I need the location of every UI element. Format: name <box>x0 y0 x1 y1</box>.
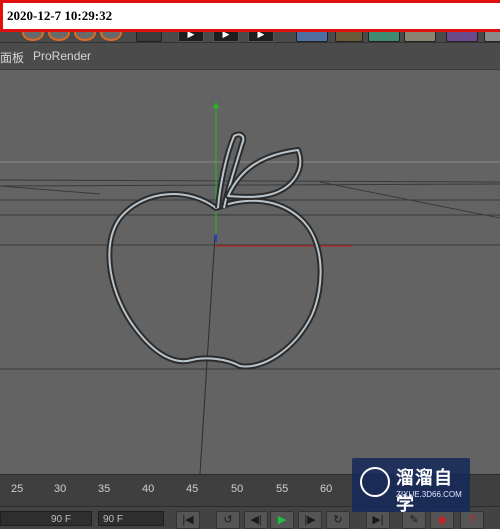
timeline-tick: 25 <box>11 483 24 495</box>
play-icon[interactable]: ▶ <box>270 511 294 529</box>
watermark-url: ZIXUE.3D66.COM <box>396 490 462 499</box>
end-frame-field[interactable]: 90 F <box>98 511 164 526</box>
timeline-tick: 60 <box>320 483 333 495</box>
timeline-tick: 40 <box>142 483 155 495</box>
next-key-icon[interactable]: |▶ <box>298 511 322 529</box>
site-watermark: 溜溜自学 ZIXUE.3D66.COM <box>352 458 470 514</box>
viewport-menubar: 面板 ProRender <box>0 43 500 70</box>
y-axis-arrow <box>213 102 219 108</box>
main-toolbar: ▶ ▶ ▶ 2020-12-7 10:29:32 <box>0 0 500 43</box>
timeline-tick: 45 <box>186 483 199 495</box>
viewport-canvas[interactable] <box>0 70 500 474</box>
loop-right-icon[interactable]: ↻ <box>326 511 350 529</box>
grid-line <box>0 183 500 187</box>
timestamp-overlay: 2020-12-7 10:29:32 <box>0 0 500 32</box>
timeline-tick: 30 <box>54 483 67 495</box>
timeline-tick: 55 <box>276 483 289 495</box>
grid-line <box>0 179 500 183</box>
grid-line <box>0 185 101 195</box>
prev-key-icon[interactable]: ◀| <box>244 511 268 529</box>
apple-spline <box>106 131 324 370</box>
timeline-tick: 50 <box>231 483 244 495</box>
timeline-tick: 35 <box>98 483 111 495</box>
first-frame-icon[interactable]: |◀ <box>176 511 200 529</box>
last-frame-icon[interactable]: ▶| <box>366 511 390 529</box>
watermark-play-icon <box>360 467 390 497</box>
3d-viewport[interactable] <box>0 70 500 474</box>
menu-item-panel[interactable]: 面板 <box>0 49 24 66</box>
menu-item-prorender[interactable]: ProRender <box>33 49 91 63</box>
grid-line <box>199 234 216 474</box>
start-frame-field[interactable]: 90 F <box>0 511 92 526</box>
loop-left-icon[interactable]: ↺ <box>216 511 240 529</box>
